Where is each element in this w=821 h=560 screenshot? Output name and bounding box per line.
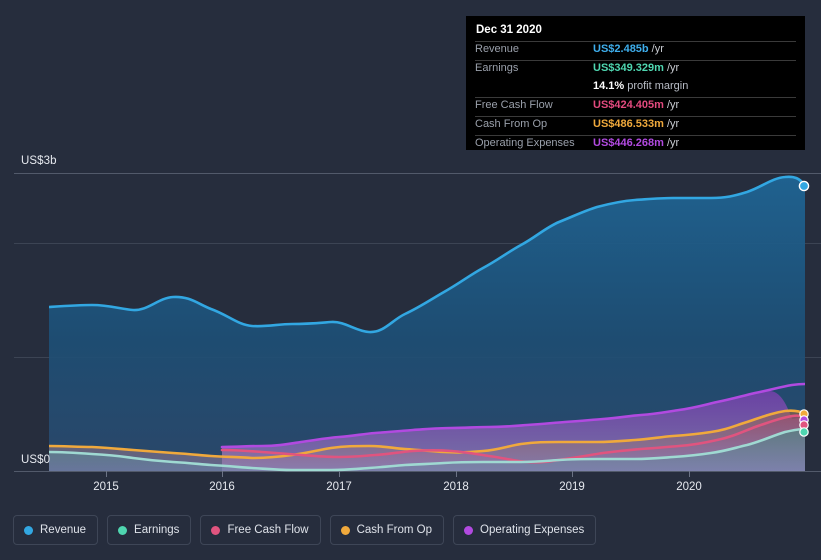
tooltip-row-value-wrap: US$424.405m/yr: [593, 99, 679, 111]
tooltip-row: Cash From Op US$486.533m/yr: [475, 116, 796, 135]
tooltip-row-key: Free Cash Flow: [475, 99, 553, 111]
tooltip-row-unit: /yr: [666, 62, 680, 74]
tooltip-row-value: US$349.329m: [593, 62, 664, 74]
tooltip-row-value: 14.1%: [593, 80, 625, 92]
tooltip-row-value: US$2.485b: [593, 43, 649, 55]
chart-page: US$3b US$0 2015 2016 2017 2018 2019 2020 Dec …: [0, 0, 821, 560]
tooltip-row-value-wrap: 14.1% profit margin: [593, 80, 688, 92]
x-axis-tick-label: 2017: [326, 481, 352, 493]
x-axis-tick-label: 2018: [443, 481, 469, 493]
tooltip-row-unit: profit margin: [627, 80, 689, 92]
x-axis-tick-label: 2016: [209, 481, 235, 493]
x-axis-tick-label: 2019: [559, 481, 585, 493]
legend-item-label: Free Cash Flow: [227, 524, 309, 536]
legend-item-label: Cash From Op: [356, 524, 433, 536]
legend-item-label: Earnings: [134, 524, 180, 536]
tooltip-row-value: US$446.268m: [593, 137, 664, 149]
tooltip-row-value-wrap: US$349.329m/yr: [593, 62, 679, 74]
tooltip-row-unit: /yr: [666, 118, 680, 130]
legend-color-dot-icon: [340, 525, 350, 535]
legend-item-earnings[interactable]: Earnings: [107, 515, 192, 545]
earnings-endpoint-marker: [799, 427, 809, 437]
y-axis-top-label: US$3b: [21, 155, 57, 167]
tooltip-row: 14.1% profit margin: [475, 79, 796, 97]
tooltip-row-value-wrap: US$2.485b/yr: [593, 43, 664, 55]
tooltip-row-key: Earnings: [475, 62, 519, 74]
tooltip-row-value-wrap: US$486.533m/yr: [593, 118, 679, 130]
tooltip-row-value: US$424.405m: [593, 99, 664, 111]
tooltip-row: Revenue US$2.485b/yr: [475, 41, 796, 60]
chart-tooltip: Dec 31 2020 Revenue US$2.485b/yr Earnings U…: [466, 16, 805, 150]
tooltip-row-value-wrap: US$446.268m/yr: [593, 137, 679, 149]
tooltip-row-unit: /yr: [651, 43, 664, 55]
revenue-endpoint-marker: [798, 180, 810, 192]
legend-item-free-cash-flow[interactable]: Free Cash Flow: [200, 515, 321, 545]
legend-color-dot-icon: [464, 525, 474, 535]
legend-item-label: Revenue: [40, 524, 87, 536]
tooltip-date: Dec 31 2020: [476, 24, 542, 36]
chart-legend: Revenue Earnings Free Cash Flow Cash From O…: [13, 515, 597, 545]
legend-item-operating-expenses[interactable]: Operating Expenses: [453, 515, 597, 545]
legend-item-cash-from-op[interactable]: Cash From Op: [329, 515, 445, 545]
tooltip-row: Earnings US$349.329m/yr: [475, 60, 796, 79]
legend-color-dot-icon: [118, 525, 128, 535]
tooltip-row-unit: /yr: [666, 99, 680, 111]
tooltip-rows: Revenue US$2.485b/yr Earnings US$349.329m/y…: [475, 41, 796, 154]
x-axis-tick-label: 2020: [676, 481, 702, 493]
legend-item-label: Operating Expenses: [480, 524, 585, 536]
tooltip-row-key: Operating Expenses: [475, 137, 575, 149]
y-axis-zero-label: US$0: [21, 454, 51, 466]
tooltip-row-key: Cash From Op: [475, 118, 548, 130]
tooltip-row-unit: /yr: [666, 137, 680, 149]
tooltip-row: Operating Expenses US$446.268m/yr: [475, 135, 796, 154]
tooltip-row-key: Revenue: [475, 43, 520, 55]
legend-color-dot-icon: [211, 525, 221, 535]
legend-item-revenue[interactable]: Revenue: [13, 515, 99, 545]
tooltip-row: Free Cash Flow US$424.405m/yr: [475, 97, 796, 116]
x-axis-tick-label: 2015: [93, 481, 119, 493]
legend-color-dot-icon: [24, 525, 33, 535]
tooltip-row-value: US$486.533m: [593, 118, 664, 130]
